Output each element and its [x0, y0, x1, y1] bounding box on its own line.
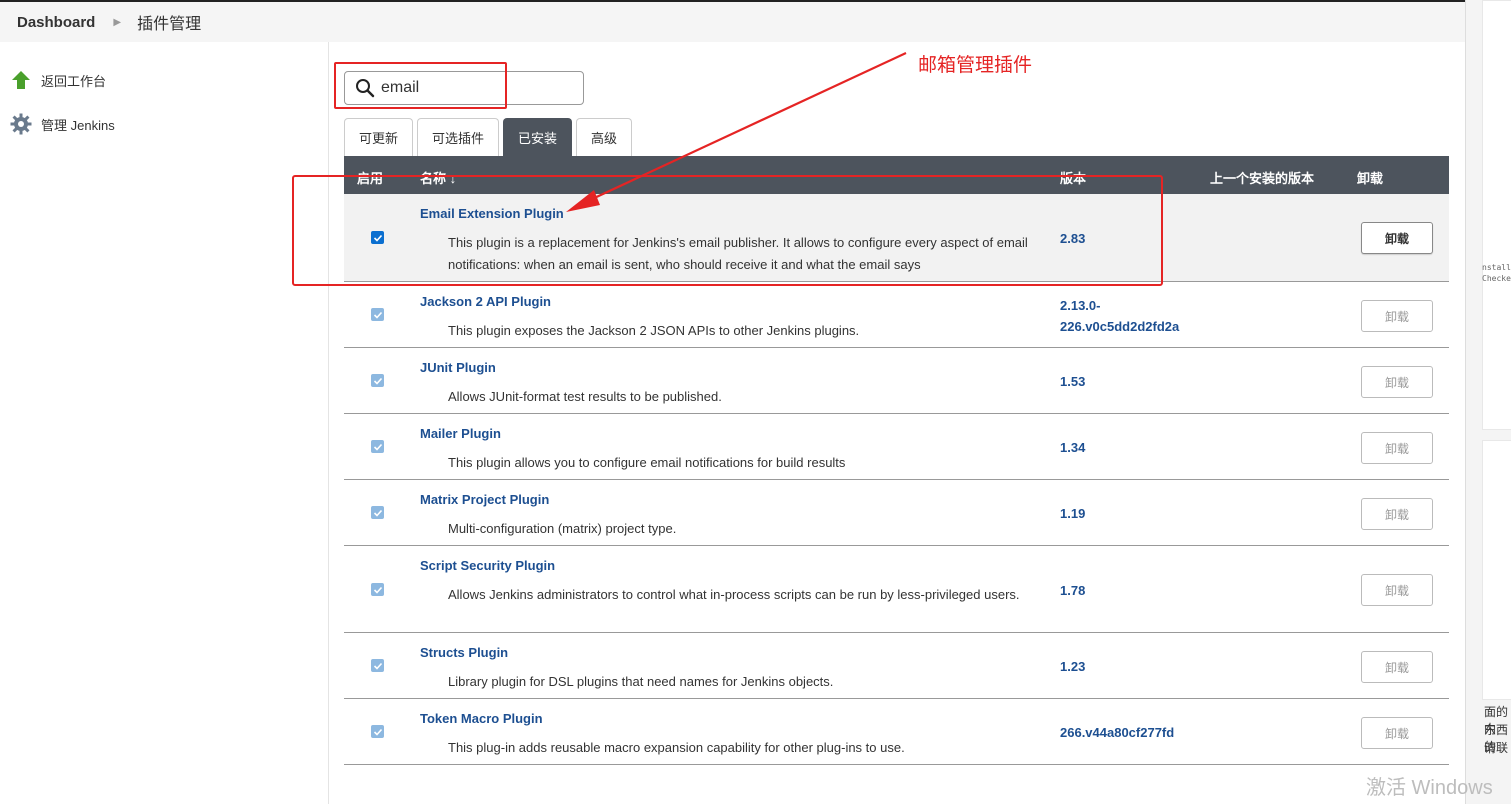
windows-activation-watermark: 激活 Windows: [1366, 777, 1493, 799]
adjacent-window-pane: [1482, 0, 1511, 430]
annotation-label: 邮箱管理插件: [918, 55, 1033, 76]
adjacent-window-text: 请联: [1484, 741, 1509, 755]
adjacent-window-text: nstall: [1482, 263, 1511, 272]
adjacent-window-pane: [1482, 440, 1511, 700]
annotation-arrow: [566, 52, 907, 212]
adjacent-window-text: Checke: [1482, 274, 1511, 283]
adjacent-window: [1465, 0, 1511, 804]
